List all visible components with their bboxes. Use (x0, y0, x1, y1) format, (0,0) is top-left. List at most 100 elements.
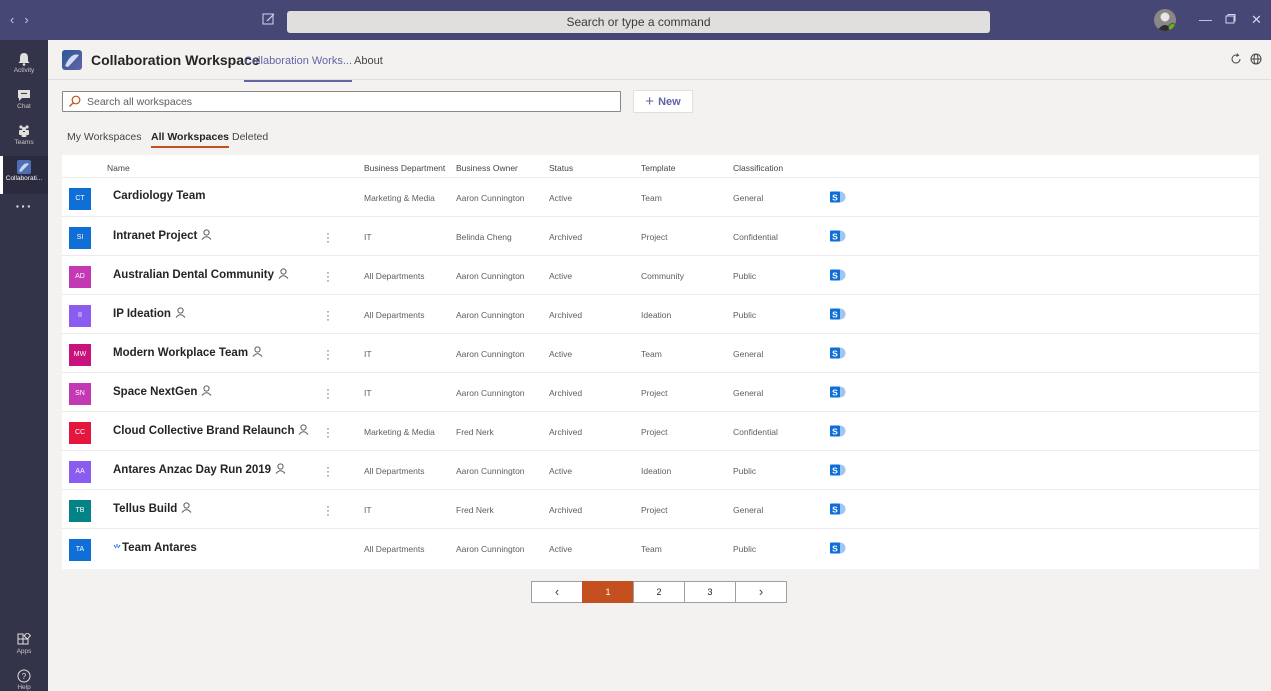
app-header: Collaboration Workspace Collaboration Wo… (48, 40, 1271, 82)
cell-classification: Public (733, 310, 757, 320)
back-arrow-icon[interactable]: ‹ (10, 12, 24, 27)
page-button-2[interactable]: 2 (633, 581, 685, 603)
tab-deleted[interactable]: Deleted (232, 131, 268, 143)
cell-classification: Public (733, 466, 757, 476)
globe-icon[interactable] (1250, 53, 1262, 68)
workspace-name-label: Intranet Project (113, 230, 198, 242)
table-row[interactable]: CT Cardiology Team Marketing & Media Aaron … (62, 177, 1259, 216)
workspace-name[interactable]: Space NextGen (113, 385, 212, 399)
prev-page-button[interactable]: ‹ (531, 581, 583, 603)
workspace-name[interactable]: Cardiology Team (113, 190, 205, 202)
column-header-status[interactable]: Status (549, 163, 573, 173)
workspace-name[interactable]: Antares Anzac Day Run 2019 (113, 463, 286, 477)
more-options-icon[interactable]: · · · (324, 383, 332, 403)
cell-status: Active (549, 349, 573, 359)
column-header-department[interactable]: Business Department (364, 163, 445, 173)
workspace-name[interactable]: Tellus Build (113, 502, 192, 516)
workspace-search-input[interactable]: Search all workspaces (62, 91, 621, 112)
workspace-name-label: Cardiology Team (113, 190, 206, 202)
forward-arrow-icon[interactable]: › (24, 12, 38, 27)
rail-item-activity[interactable]: Activity (0, 48, 48, 86)
table-row[interactable]: TA Team Antares All Departments Aaron Cunni… (62, 528, 1259, 567)
workspace-name[interactable]: Cloud Collective Brand Relaunch (113, 424, 309, 438)
rail-item-chat[interactable]: Chat (0, 84, 48, 122)
more-options-icon[interactable]: · · · (324, 422, 332, 442)
person-icon (201, 385, 212, 399)
table-row[interactable]: AA Antares Anzac Day Run 2019 · · · All Depar… (62, 450, 1259, 489)
table-row[interactable]: SN Space NextGen · · · IT Aaron Cunnington Arch… (62, 372, 1259, 411)
column-header-name[interactable]: Name (107, 163, 130, 173)
sharepoint-icon[interactable]: S (830, 268, 846, 287)
tab-collaboration-workspace[interactable]: Collaboration Works... (244, 55, 353, 82)
tab-my-workspaces[interactable]: My Workspaces (67, 131, 142, 143)
sharepoint-icon[interactable]: S (830, 346, 846, 365)
workspace-avatar: MW (69, 344, 91, 366)
column-header-template[interactable]: Template (641, 163, 676, 173)
rail-item-collaboration[interactable]: Collaborati... (0, 156, 48, 194)
workspace-name[interactable]: Modern Workplace Team (113, 346, 263, 360)
page-button-1[interactable]: 1 (582, 581, 634, 603)
sharepoint-icon[interactable]: S (830, 424, 846, 443)
compose-icon[interactable] (262, 12, 278, 28)
more-apps-icon[interactable]: ··· (0, 198, 48, 214)
table-row[interactable]: SI Intranet Project · · · IT Belinda Cheng Arch… (62, 216, 1259, 255)
person-icon (175, 307, 186, 321)
rail-label: Chat (17, 103, 31, 110)
cell-dept: All Departments (364, 310, 425, 320)
cell-dept: IT (364, 349, 372, 359)
rail-item-apps[interactable]: Apps (0, 629, 48, 667)
cell-owner: Aaron Cunnington (456, 193, 525, 203)
tab-all-workspaces[interactable]: All Workspaces (151, 131, 230, 148)
column-header-classification[interactable]: Classification (733, 163, 783, 173)
apps-icon (17, 633, 31, 645)
workspace-name[interactable]: Intranet Project (113, 229, 212, 243)
more-options-icon[interactable]: · · · (324, 266, 332, 286)
workspace-name[interactable]: Team Antares (113, 541, 197, 554)
sharepoint-icon[interactable]: S (830, 229, 846, 248)
new-workspace-button[interactable]: + New (633, 90, 693, 113)
cell-template: Team (641, 193, 662, 203)
page-button-3[interactable]: 3 (684, 581, 736, 603)
workspace-name-label: Antares Anzac Day Run 2019 (113, 464, 272, 476)
next-page-button[interactable]: › (735, 581, 787, 603)
cell-template: Project (641, 232, 668, 242)
rail-item-help[interactable]: ? Help (0, 665, 48, 691)
more-options-icon[interactable]: · · · (324, 227, 332, 247)
table-row[interactable]: MW Modern Workplace Team · · · IT Aaron Cunnin… (62, 333, 1259, 372)
sharepoint-icon[interactable]: S (830, 190, 846, 209)
sharepoint-icon[interactable]: S (830, 307, 846, 326)
activity-sparkle-icon (113, 541, 121, 553)
more-options-icon[interactable]: · · · (324, 461, 332, 481)
column-header-owner[interactable]: Business Owner (456, 163, 518, 173)
table-row[interactable]: CC Cloud Collective Brand Relaunch · · · Mark… (62, 411, 1259, 450)
table-row[interactable]: TB Tellus Build · · · IT Fred Nerk Archived Proj… (62, 489, 1259, 528)
workspace-name[interactable]: IP Ideation (113, 307, 186, 321)
sharepoint-icon[interactable]: S (830, 385, 846, 404)
sharepoint-icon[interactable]: S (830, 463, 846, 482)
title-bar: ‹› Search or type a command — ✕ (0, 0, 1271, 40)
command-search-box[interactable]: Search or type a command (287, 11, 990, 33)
svg-text:S: S (832, 349, 838, 359)
cell-owner: Belinda Cheng (456, 232, 512, 242)
svg-text:S: S (832, 505, 838, 515)
rail-item-teams[interactable]: Teams (0, 120, 48, 158)
tab-about[interactable]: About (354, 55, 383, 67)
more-options-icon[interactable]: · · · (324, 344, 332, 364)
user-avatar[interactable] (1154, 9, 1176, 31)
more-options-icon[interactable]: · · · (324, 305, 332, 325)
close-icon[interactable]: ✕ (1251, 12, 1262, 28)
workspace-name[interactable]: Australian Dental Community (113, 268, 289, 282)
refresh-icon[interactable] (1230, 53, 1242, 68)
sharepoint-icon[interactable]: S (830, 541, 846, 560)
more-options-icon[interactable]: · · · (324, 500, 332, 520)
cell-dept: IT (364, 388, 372, 398)
table-row[interactable]: AD Australian Dental Community · · · All Depa… (62, 255, 1259, 294)
table-row[interactable]: II IP Ideation · · · All Departments Aaron Cun… (62, 294, 1259, 333)
sharepoint-icon[interactable]: S (830, 502, 846, 521)
rail-label: Collaborati... (5, 175, 43, 182)
cell-status: Archived (549, 505, 583, 515)
cell-dept: Marketing & Media (364, 427, 435, 437)
cell-status: Active (549, 271, 573, 281)
maximize-icon[interactable] (1225, 12, 1236, 27)
minimize-icon[interactable]: — (1199, 12, 1212, 27)
